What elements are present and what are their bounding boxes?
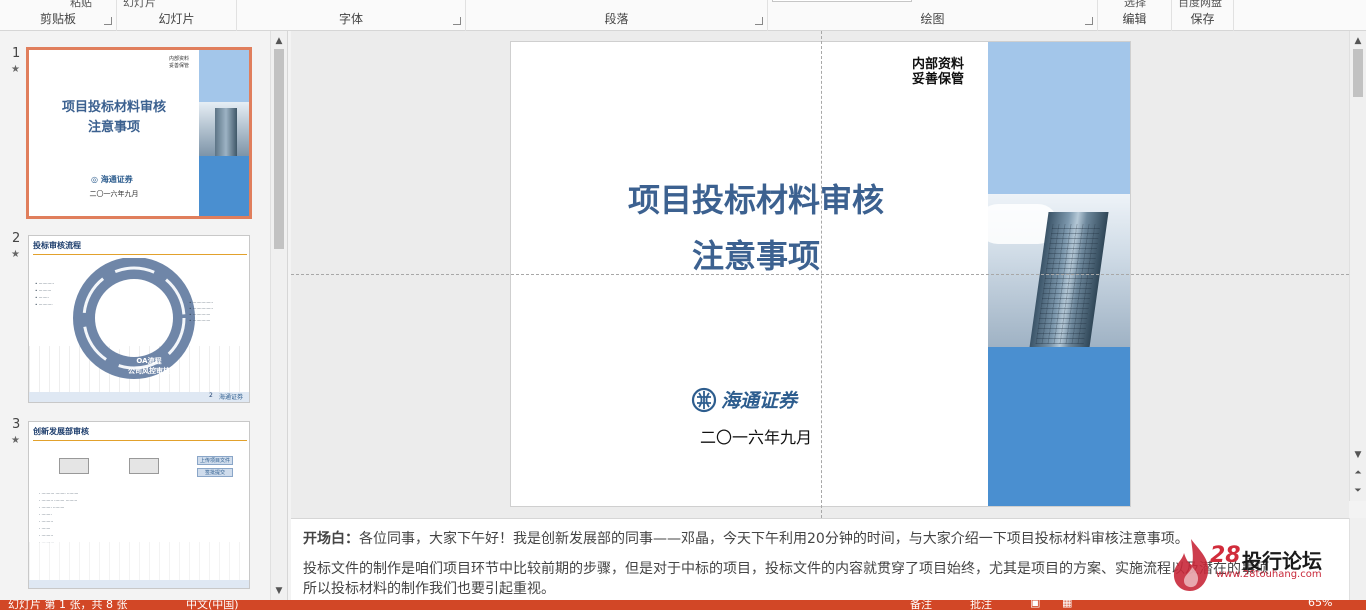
footer-bar: [29, 580, 249, 588]
animation-star-icon: ★: [11, 435, 20, 446]
paragraph-launcher-icon[interactable]: [755, 17, 763, 25]
ribbon-group-label: 编辑: [1122, 12, 1147, 26]
thumb-btn-submit: 签批提交: [197, 468, 233, 477]
thumbnail-scrollbar[interactable]: ▲ ▼: [270, 31, 287, 600]
forum-watermark: 28 投行论坛 www.28touhang.com: [1170, 535, 1366, 597]
ribbon-group-slides: 幻灯片 幻灯片: [117, 0, 237, 31]
zoom-level[interactable]: 65%: [1308, 600, 1332, 609]
ribbon-group-label: 绘图: [920, 12, 945, 26]
thumbnail-number: 3: [12, 417, 21, 432]
footer-bar: 2 海通证券: [29, 392, 249, 402]
scroll-down-icon[interactable]: ▼: [1350, 447, 1366, 463]
thumb-title: 创新发展部审核: [33, 427, 89, 436]
building-image: [988, 194, 1130, 347]
slide-thumbnail-pane: 1 ★ 内部资料 妥善保管 项目投标材料审核 注意事项 ◎ 海通证券 二〇一六年九月…: [0, 31, 288, 600]
flow-box: [129, 458, 159, 474]
language-indicator[interactable]: 中文(中国): [186, 600, 239, 610]
thumb-title: 项目投标材料审核 注意事项: [61, 100, 166, 135]
flow-box: [59, 458, 89, 474]
prev-slide-icon[interactable]: ⏶: [1350, 465, 1366, 481]
thumbnail-number: 2: [12, 231, 21, 246]
slide-date[interactable]: 二〇一六年九月: [511, 424, 1001, 448]
title-rule: [33, 254, 247, 255]
watermark-url: www.28touhang.com: [1216, 569, 1322, 580]
next-slide-icon[interactable]: ⏷: [1350, 483, 1366, 499]
ribbon-group-font: 字体: [237, 0, 466, 31]
ribbon-group-label: 幻灯片: [158, 12, 195, 26]
building-image-thumb: [199, 102, 249, 156]
drawing-launcher-icon[interactable]: [1085, 17, 1093, 25]
cycle-center-label: OA流程 公司风控审核: [128, 357, 170, 375]
comments-toggle-button[interactable]: 批注: [970, 600, 992, 610]
slide-scrollbar[interactable]: ▲ ▼ ⏶ ⏷: [1349, 31, 1366, 501]
animation-star-icon: ★: [11, 64, 20, 75]
scroll-up-icon[interactable]: ▲: [271, 33, 287, 49]
thumb-logo: ◎ 海通证券: [91, 175, 133, 184]
thumb-btn-upload: 上传项目文件: [197, 456, 233, 465]
company-logo: 海通证券: [691, 386, 797, 413]
select-button-cut[interactable]: 选择: [1124, 0, 1146, 10]
left-bullets: • ············ • ·········· • ········ • ··…: [35, 281, 54, 307]
notes-intro-label: 开场白：: [303, 531, 359, 547]
floor-grid: [29, 542, 249, 582]
ribbon-group-clipboard: 粘贴 剪贴板: [0, 0, 117, 31]
slide-sorter-icon[interactable]: ▦: [1062, 600, 1072, 609]
ribbon-group-drawing: 绘图: [768, 0, 1098, 31]
notes-intro-text: 各位同事，大家下午好！我是创新发展部的同事——邓晶，今天下午利用20分钟的时间，…: [359, 531, 1189, 547]
ribbon-group-paragraph: 段落: [466, 0, 768, 31]
right-panel-light: [988, 42, 1130, 194]
status-bar: 幻灯片 第 1 张，共 8 张 中文(中国) 备注 批注 ▣ ▦ 65%: [0, 600, 1366, 610]
slide-title[interactable]: 项目投标材料审核 注意事项: [511, 172, 1001, 284]
baidu-pan-button-cut[interactable]: 百度网盘: [1178, 0, 1222, 10]
notes-toggle-button[interactable]: 备注: [910, 600, 932, 610]
confidential-tag: 内部资料 妥善保管: [912, 57, 965, 87]
paste-button-cut[interactable]: 粘贴: [70, 0, 92, 10]
thumb-title: 投标审核流程: [33, 241, 81, 250]
panel-light: [199, 50, 249, 102]
ribbon-group-save: 百度网盘 保存: [1172, 0, 1234, 31]
flame-logo-icon: [1173, 539, 1209, 591]
new-slide-button-cut[interactable]: 幻灯片: [123, 0, 156, 10]
ribbon-group-label: 段落: [604, 12, 629, 26]
slide-editing-area[interactable]: 内部资料 妥善保管 项目投标材料审核 注意事项 海通证券 二〇一六年九月 ▲ ▼…: [291, 31, 1366, 518]
shape-gallery[interactable]: [772, 0, 912, 2]
ribbon-group-label: 剪贴板: [39, 12, 76, 26]
thumb-date: 二〇一六年九月: [89, 190, 139, 198]
scroll-down-icon[interactable]: ▼: [271, 583, 287, 599]
ribbon-group-label: 保存: [1190, 12, 1215, 26]
scroll-up-icon[interactable]: ▲: [1350, 33, 1366, 49]
slide-thumbnail-1[interactable]: 内部资料 妥善保管 项目投标材料审核 注意事项 ◎ 海通证券 二〇一六年九月: [26, 47, 252, 219]
normal-view-icon[interactable]: ▣: [1030, 600, 1040, 609]
title-rule: [33, 440, 247, 441]
company-logo-icon: [691, 387, 717, 412]
ribbon: 粘贴 剪贴板 幻灯片 幻灯片 字体 段落 绘图 选择 编辑 百度网盘 保存: [0, 0, 1366, 31]
ribbon-group-label: 字体: [338, 12, 363, 26]
scroll-thumb[interactable]: [1353, 49, 1363, 97]
right-bullets: • ················ • ················ • ··…: [189, 300, 213, 323]
font-launcher-icon[interactable]: [453, 17, 461, 25]
panel-dark: [199, 156, 249, 216]
horizontal-guide[interactable]: [291, 274, 1349, 275]
scroll-thumb[interactable]: [274, 49, 284, 249]
right-panel-dark: [988, 347, 1130, 506]
watermark-number: 28: [1210, 543, 1241, 568]
slide-thumbnail-2[interactable]: 投标审核流程 OA流程 公司风控审核 • ············ • ······…: [28, 235, 250, 403]
thumbnail-number: 1: [12, 46, 21, 61]
slide-counter: 幻灯片 第 1 张，共 8 张: [8, 600, 128, 610]
ribbon-group-editing: 选择 编辑: [1098, 0, 1172, 31]
slide-thumbnail-3[interactable]: 创新发展部审核 上传项目文件 签批提交 · ·········· ·······…: [28, 421, 250, 589]
thumb-body-lines: · ·········· ········ ········· · ·······…: [39, 491, 79, 545]
animation-star-icon: ★: [11, 249, 20, 260]
confidential-tag: 内部资料 妥善保管: [169, 56, 190, 69]
clipboard-launcher-icon[interactable]: [104, 17, 112, 25]
